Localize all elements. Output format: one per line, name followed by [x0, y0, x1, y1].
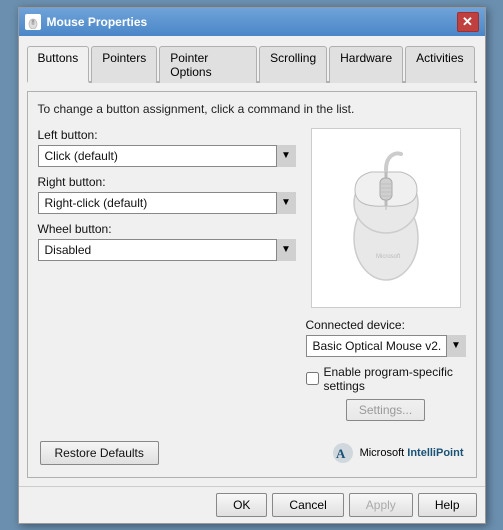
wheel-button-field: Wheel button: Disabled ▼: [38, 222, 296, 261]
left-button-dropdown[interactable]: Click (default): [38, 145, 296, 167]
branding-intellipoint: IntelliPoint: [407, 447, 463, 459]
cancel-button[interactable]: Cancel: [272, 493, 343, 517]
connected-device-label: Connected device:: [306, 318, 466, 332]
enable-settings-row: Enable program-specific settings: [306, 365, 466, 393]
title-bar-icon: [25, 14, 41, 30]
bottom-section: Restore Defaults A Microsoft IntelliPoin…: [38, 435, 466, 467]
apply-button[interactable]: Apply: [349, 493, 413, 517]
close-button[interactable]: ✕: [457, 12, 479, 32]
right-button-field: Right button: Right-click (default) ▼: [38, 175, 296, 214]
settings-button-row: Settings...: [346, 399, 425, 421]
branding-microsoft: Microsoft: [360, 447, 408, 459]
instruction-text: To change a button assignment, click a c…: [38, 102, 466, 116]
left-column: Left button: Click (default) ▼ Right but…: [38, 128, 296, 421]
enable-settings-checkbox[interactable]: [306, 372, 319, 385]
right-button-dropdown[interactable]: Right-click (default): [38, 192, 296, 214]
left-button-label: Left button:: [38, 128, 296, 142]
help-button[interactable]: Help: [418, 493, 477, 517]
tab-pointers[interactable]: Pointers: [91, 46, 157, 83]
enable-settings-label: Enable program-specific settings: [324, 365, 466, 393]
branding-section: A Microsoft IntelliPoint: [331, 441, 464, 465]
tab-buttons[interactable]: Buttons: [27, 46, 90, 83]
connected-device-dropdown-wrapper: Basic Optical Mouse v2.0 ▼: [306, 335, 466, 357]
title-bar-title: Mouse Properties: [47, 15, 457, 29]
buttons-panel: To change a button assignment, click a c…: [27, 91, 477, 478]
left-button-field: Left button: Click (default) ▼: [38, 128, 296, 167]
connected-device-section: Connected device: Basic Optical Mouse v2…: [306, 318, 466, 357]
branding-text: Microsoft IntelliPoint: [360, 447, 464, 459]
wheel-button-label: Wheel button:: [38, 222, 296, 236]
restore-defaults-button[interactable]: Restore Defaults: [40, 441, 159, 465]
tab-hardware[interactable]: Hardware: [329, 46, 403, 83]
tab-activities[interactable]: Activities: [405, 46, 474, 83]
window-content: Buttons Pointers Pointer Options Scrolli…: [19, 36, 485, 486]
title-bar: Mouse Properties ✕: [19, 8, 485, 36]
tab-scrolling[interactable]: Scrolling: [259, 46, 327, 83]
ok-button[interactable]: OK: [216, 493, 267, 517]
right-button-dropdown-wrapper: Right-click (default) ▼: [38, 192, 296, 214]
wheel-button-dropdown-wrapper: Disabled ▼: [38, 239, 296, 261]
left-button-dropdown-wrapper: Click (default) ▼: [38, 145, 296, 167]
wheel-button-dropdown[interactable]: Disabled: [38, 239, 296, 261]
tab-bar: Buttons Pointers Pointer Options Scrolli…: [27, 44, 477, 83]
main-layout: Left button: Click (default) ▼ Right but…: [38, 128, 466, 421]
svg-text:A: A: [336, 446, 346, 461]
settings-button[interactable]: Settings...: [346, 399, 425, 421]
mouse-properties-window: Mouse Properties ✕ Buttons Pointers Poin…: [18, 7, 486, 524]
connected-device-dropdown[interactable]: Basic Optical Mouse v2.0: [306, 335, 466, 357]
dialog-button-bar: OK Cancel Apply Help: [19, 486, 485, 523]
right-button-label: Right button:: [38, 175, 296, 189]
tab-pointer-options[interactable]: Pointer Options: [159, 46, 257, 83]
right-column: Microsoft Connected device: Basic Optica…: [306, 128, 466, 421]
intellipoint-logo-icon: A: [331, 441, 355, 465]
svg-text:Microsoft: Microsoft: [376, 254, 401, 260]
mouse-illustration: Microsoft: [341, 148, 431, 288]
mouse-image: Microsoft: [311, 128, 461, 308]
